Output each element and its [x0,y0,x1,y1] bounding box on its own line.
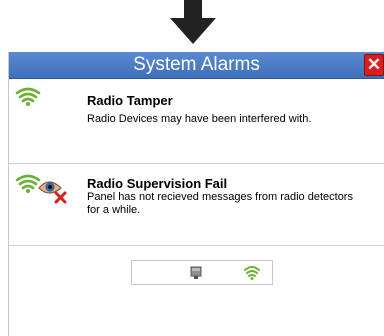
alarm-title: Radio Tamper [87,93,173,108]
alarm-description: Radio Devices may have been interfered w… [87,113,312,125]
system-alarms-dialog: System Alarms ✕ Radio Tamper Radio Devic… [8,52,384,336]
alarm-radio-supervision-fail[interactable]: Radio Supervision Fail Panel has not rec… [9,164,384,246]
wifi-signal-eye-blocked-icon [15,174,67,204]
alarm-device-strip[interactable] [131,260,273,285]
wifi-signal-icon[interactable] [244,265,260,281]
device-icon[interactable] [190,266,202,280]
close-button[interactable]: ✕ [364,54,384,76]
alarm-radio-tamper[interactable]: Radio Tamper Radio Devices may have been… [9,79,384,164]
wifi-signal-icon [15,87,41,106]
dialog-titlebar: System Alarms ✕ [9,52,384,79]
dialog-title: System Alarms [133,54,260,75]
alarm-title: Radio Supervision Fail [87,176,228,191]
down-arrow-icon [170,0,216,44]
alarm-description: Panel has not recieved messages from rad… [87,191,353,216]
